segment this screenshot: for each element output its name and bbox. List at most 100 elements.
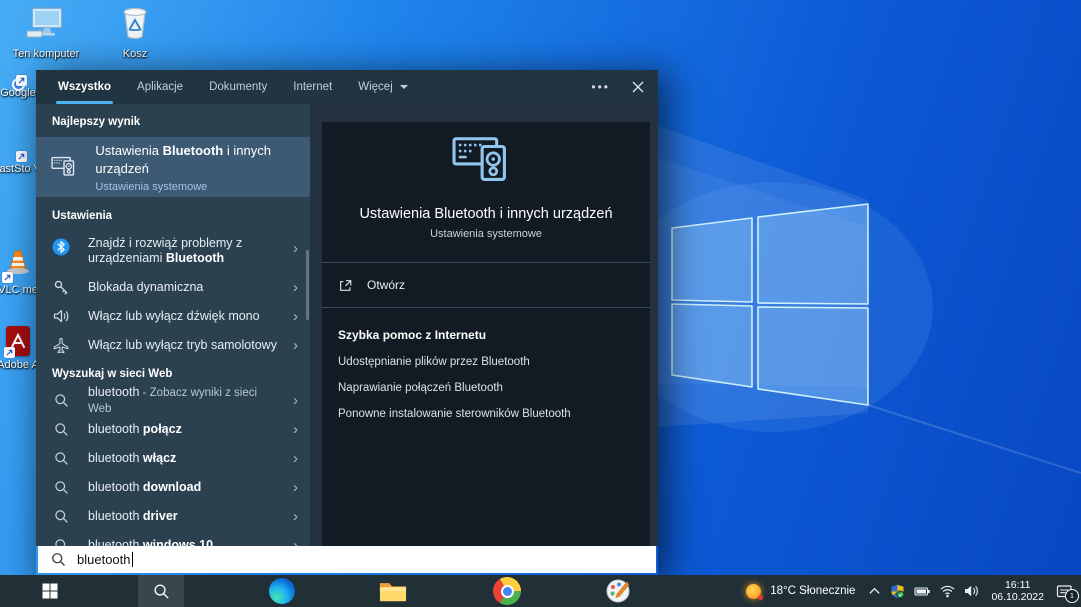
weather-text[interactable]: 18°C Słonecznie <box>770 585 855 597</box>
start-button[interactable] <box>27 575 73 607</box>
chevron-right-icon: › <box>293 480 298 495</box>
key-icon <box>52 279 70 296</box>
recycle-bin-icon <box>120 5 150 45</box>
taskbar-edge-button[interactable] <box>259 575 305 607</box>
chevron-right-icon: › <box>293 309 298 324</box>
chevron-right-icon: › <box>293 451 298 466</box>
search-input[interactable]: bluetooth <box>38 546 656 573</box>
wifi-icon[interactable] <box>940 584 955 598</box>
chevron-right-icon: › <box>293 422 298 437</box>
search-input-value: bluetooth <box>77 552 131 567</box>
desktop-icon-label: Kosz <box>123 48 147 60</box>
taskbar-paint3d-button[interactable] <box>595 575 641 607</box>
web-suggestion[interactable]: bluetooth połącz › <box>36 415 310 444</box>
quick-link-reinstall-drivers[interactable]: Ponowne instalowanie sterowników Bluetoo… <box>322 408 650 420</box>
system-tray: 18°C Słonecznie <box>746 575 1081 607</box>
tab-more[interactable]: Więcej <box>358 70 408 104</box>
chevron-right-icon: › <box>293 509 298 524</box>
quick-link-file-sharing[interactable]: Udostępnianie plików przez Bluetooth <box>322 356 650 368</box>
web-suggestion[interactable]: bluetooth windows 10 › <box>36 531 310 546</box>
open-action[interactable]: Otwórz <box>322 263 650 307</box>
taskbar-chrome-button[interactable] <box>484 575 530 607</box>
preview-subtitle: Ustawienia systemowe <box>322 228 650 240</box>
action-center-button[interactable]: 1 <box>1056 584 1073 599</box>
settings-result-bluetooth-troubleshoot[interactable]: Znajdź i rozwiąż problemy z urządzeniami… <box>36 229 310 273</box>
search-icon <box>52 538 70 546</box>
settings-result-dynamic-lock[interactable]: Blokada dynamiczna › <box>36 273 310 302</box>
search-results-list: Najlepszy wynik Ustawienia Bluetooth i i… <box>36 104 310 546</box>
search-icon <box>51 552 66 567</box>
volume-icon[interactable] <box>964 584 979 598</box>
airplane-icon <box>52 337 70 354</box>
desktop-icon-recycle-bin[interactable]: Kosz <box>99 5 171 60</box>
desktop-icon-label: Adobe A <box>0 359 39 371</box>
web-suggestion[interactable]: bluetooth driver › <box>36 502 310 531</box>
clock-time: 16:11 <box>1005 579 1031 591</box>
tab-internet[interactable]: Internet <box>293 70 332 104</box>
windows-security-icon[interactable] <box>890 584 905 599</box>
search-icon <box>52 422 70 437</box>
suggestion-label: bluetooth download <box>88 480 280 495</box>
search-icon <box>153 583 170 600</box>
settings-result-mono-audio[interactable]: Włącz lub wyłącz dźwięk mono › <box>36 302 310 331</box>
bluetooth-devices-hero-icon <box>449 131 523 193</box>
paint3d-icon <box>605 578 631 604</box>
best-match-result[interactable]: Ustawienia Bluetooth i innych urządzeń U… <box>36 137 310 197</box>
chevron-right-icon: › <box>293 241 298 256</box>
search-icon <box>52 480 70 495</box>
clock-date: 06.10.2022 <box>991 591 1044 603</box>
tray-chevron-up-icon[interactable] <box>868 585 881 597</box>
notification-badge: 1 <box>1065 589 1079 603</box>
open-icon <box>338 278 353 293</box>
settings-result-airplane-mode[interactable]: Włącz lub wyłącz tryb samolotowy › <box>36 331 310 360</box>
folder-icon <box>379 580 407 603</box>
text-cursor <box>132 552 134 567</box>
tab-apps[interactable]: Aplikacje <box>137 70 183 104</box>
quick-link-fix-connections[interactable]: Naprawianie połączeń Bluetooth <box>322 382 650 394</box>
desktop-icon-label: VLC me <box>0 284 38 296</box>
chevron-right-icon: › <box>293 393 298 408</box>
web-suggestion[interactable]: bluetooth - Zobacz wyniki z sieci Web › <box>36 386 310 415</box>
tab-all[interactable]: Wszystko <box>58 70 111 104</box>
result-label: Włącz lub wyłącz dźwięk mono <box>88 309 280 324</box>
shortcut-arrow-icon <box>16 75 27 86</box>
windows-logo-icon <box>42 583 58 599</box>
chevron-down-icon <box>400 85 408 89</box>
result-label: Włącz lub wyłącz tryb samolotowy <box>88 338 280 353</box>
more-options-button[interactable]: ••• <box>591 80 610 94</box>
chevron-right-icon: › <box>293 538 298 546</box>
shortcut-arrow-icon <box>4 347 15 358</box>
preview-pane: Ustawienia Bluetooth i innych urządzeń U… <box>310 104 658 546</box>
section-header-web-search: Wyszukaj w sieci Web <box>36 360 310 386</box>
edge-icon <box>269 578 295 604</box>
suggestion-label: bluetooth włącz <box>88 451 280 466</box>
result-label: Blokada dynamiczna <box>88 280 280 295</box>
list-scrollbar[interactable] <box>306 250 309 320</box>
tab-documents[interactable]: Dokumenty <box>209 70 267 104</box>
desktop-icon-label: Ten komputer <box>13 48 80 60</box>
shortcut-arrow-icon <box>2 272 13 283</box>
weather-sun-icon[interactable] <box>746 584 761 599</box>
shortcut-arrow-icon <box>16 151 27 162</box>
battery-icon[interactable] <box>914 585 931 598</box>
bluetooth-devices-icon <box>50 153 81 182</box>
close-button[interactable] <box>632 81 644 93</box>
section-header-best-match: Najlepszy wynik <box>36 104 310 137</box>
speaker-icon <box>52 308 70 325</box>
taskbar-file-explorer-button[interactable] <box>370 575 416 607</box>
taskbar-clock[interactable]: 16:11 06.10.2022 <box>991 579 1044 603</box>
open-label: Otwórz <box>367 278 405 292</box>
chevron-right-icon: › <box>293 338 298 353</box>
suggestion-label: bluetooth driver <box>88 509 280 524</box>
search-icon <box>52 451 70 466</box>
windows-search-flyout: Wszystko Aplikacje Dokumenty Internet Wi… <box>36 70 658 575</box>
desktop-icon-this-pc[interactable]: Ten komputer <box>10 6 82 60</box>
taskbar-search-button[interactable] <box>138 575 184 607</box>
web-suggestion[interactable]: bluetooth download › <box>36 473 310 502</box>
section-header-settings: Ustawienia <box>36 197 310 229</box>
web-suggestion[interactable]: bluetooth włącz › <box>36 444 310 473</box>
this-pc-icon <box>25 6 67 45</box>
bluetooth-icon <box>52 238 70 256</box>
search-icon <box>52 393 70 408</box>
result-label: Znajdź i rozwiąż problemy z urządzeniami… <box>88 236 280 266</box>
